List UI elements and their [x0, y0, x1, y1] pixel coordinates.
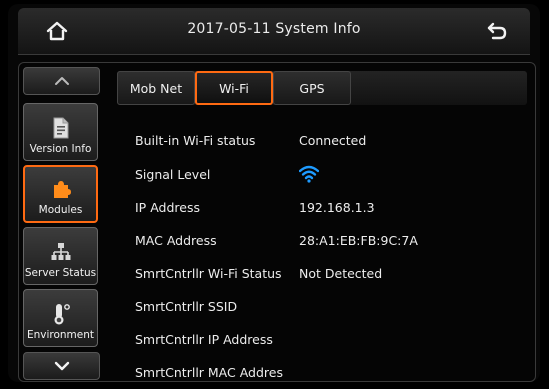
tab-mob-net[interactable]: Mob Net [117, 71, 195, 105]
page-title: 2017-05-11 System Info [187, 21, 361, 37]
document-icon [49, 116, 73, 140]
row-value: 192.168.1.3 [299, 200, 375, 215]
sidebar-item-label: Modules [38, 204, 83, 216]
content-panel: Version Info Modules Server Status Envir… [18, 62, 536, 382]
row-label: Signal Level [135, 167, 211, 182]
sidebar-item-version-info[interactable]: Version Info [23, 103, 98, 161]
wifi-signal-icon [298, 165, 320, 186]
row-label: SmrtCntrllr IP Address [135, 332, 273, 347]
row-value: Connected [299, 133, 367, 148]
info-row-smrtcntrllr-wifi-status: SmrtCntrllr Wi-Fi Status Not Detected [135, 266, 515, 288]
sidebar-item-server-status[interactable]: Server Status [23, 227, 98, 285]
info-row-mac-address: MAC Address 28:A1:EB:FB:9C:7A [135, 233, 515, 255]
row-label: Built-in Wi-Fi status [135, 133, 256, 148]
tab-bar: Mob Net Wi-Fi GPS [117, 71, 351, 105]
puzzle-icon [49, 177, 73, 201]
chevron-up-icon [54, 77, 69, 85]
info-row-ip-address: IP Address 192.168.1.3 [135, 200, 515, 222]
back-button[interactable] [480, 16, 514, 46]
row-value: Not Detected [299, 266, 383, 281]
row-label: MAC Address [135, 233, 217, 248]
row-label: SmrtCntrllr MAC Addres [135, 365, 283, 380]
header-bar: 2017-05-11 System Info [18, 8, 530, 55]
sidebar-item-label: Environment [26, 329, 95, 341]
info-row-smrtcntrllr-ssid: SmrtCntrllr SSID [135, 299, 515, 321]
back-arrow-icon [487, 22, 507, 40]
tab-wi-fi[interactable]: Wi-Fi [195, 71, 273, 105]
info-row-smrtcntrllr-mac-address: SmrtCntrllr MAC Addres [135, 365, 515, 387]
scroll-up-button[interactable] [23, 67, 100, 95]
sidebar-item-label: Version Info [29, 143, 92, 155]
info-row-signal-level: Signal Level [135, 165, 515, 189]
thermometer-icon [49, 302, 73, 326]
sidebar-item-modules[interactable]: Modules [23, 165, 98, 223]
info-row-smrtcntrllr-ip-address: SmrtCntrllr IP Address [135, 332, 515, 354]
tab-gps[interactable]: GPS [273, 71, 351, 105]
chevron-down-icon [54, 361, 69, 371]
info-row-builtin-wifi-status: Built-in Wi-Fi status Connected [135, 133, 515, 155]
row-value: 28:A1:EB:FB:9C:7A [299, 233, 418, 248]
network-icon [49, 240, 73, 264]
row-label: SmrtCntrllr Wi-Fi Status [135, 266, 282, 281]
sidebar-item-environment[interactable]: Environment [23, 289, 98, 347]
row-label: SmrtCntrllr SSID [135, 299, 238, 314]
row-label: IP Address [135, 200, 200, 215]
sidebar-item-label: Server Status [24, 267, 97, 279]
scroll-down-button[interactable] [23, 352, 100, 380]
